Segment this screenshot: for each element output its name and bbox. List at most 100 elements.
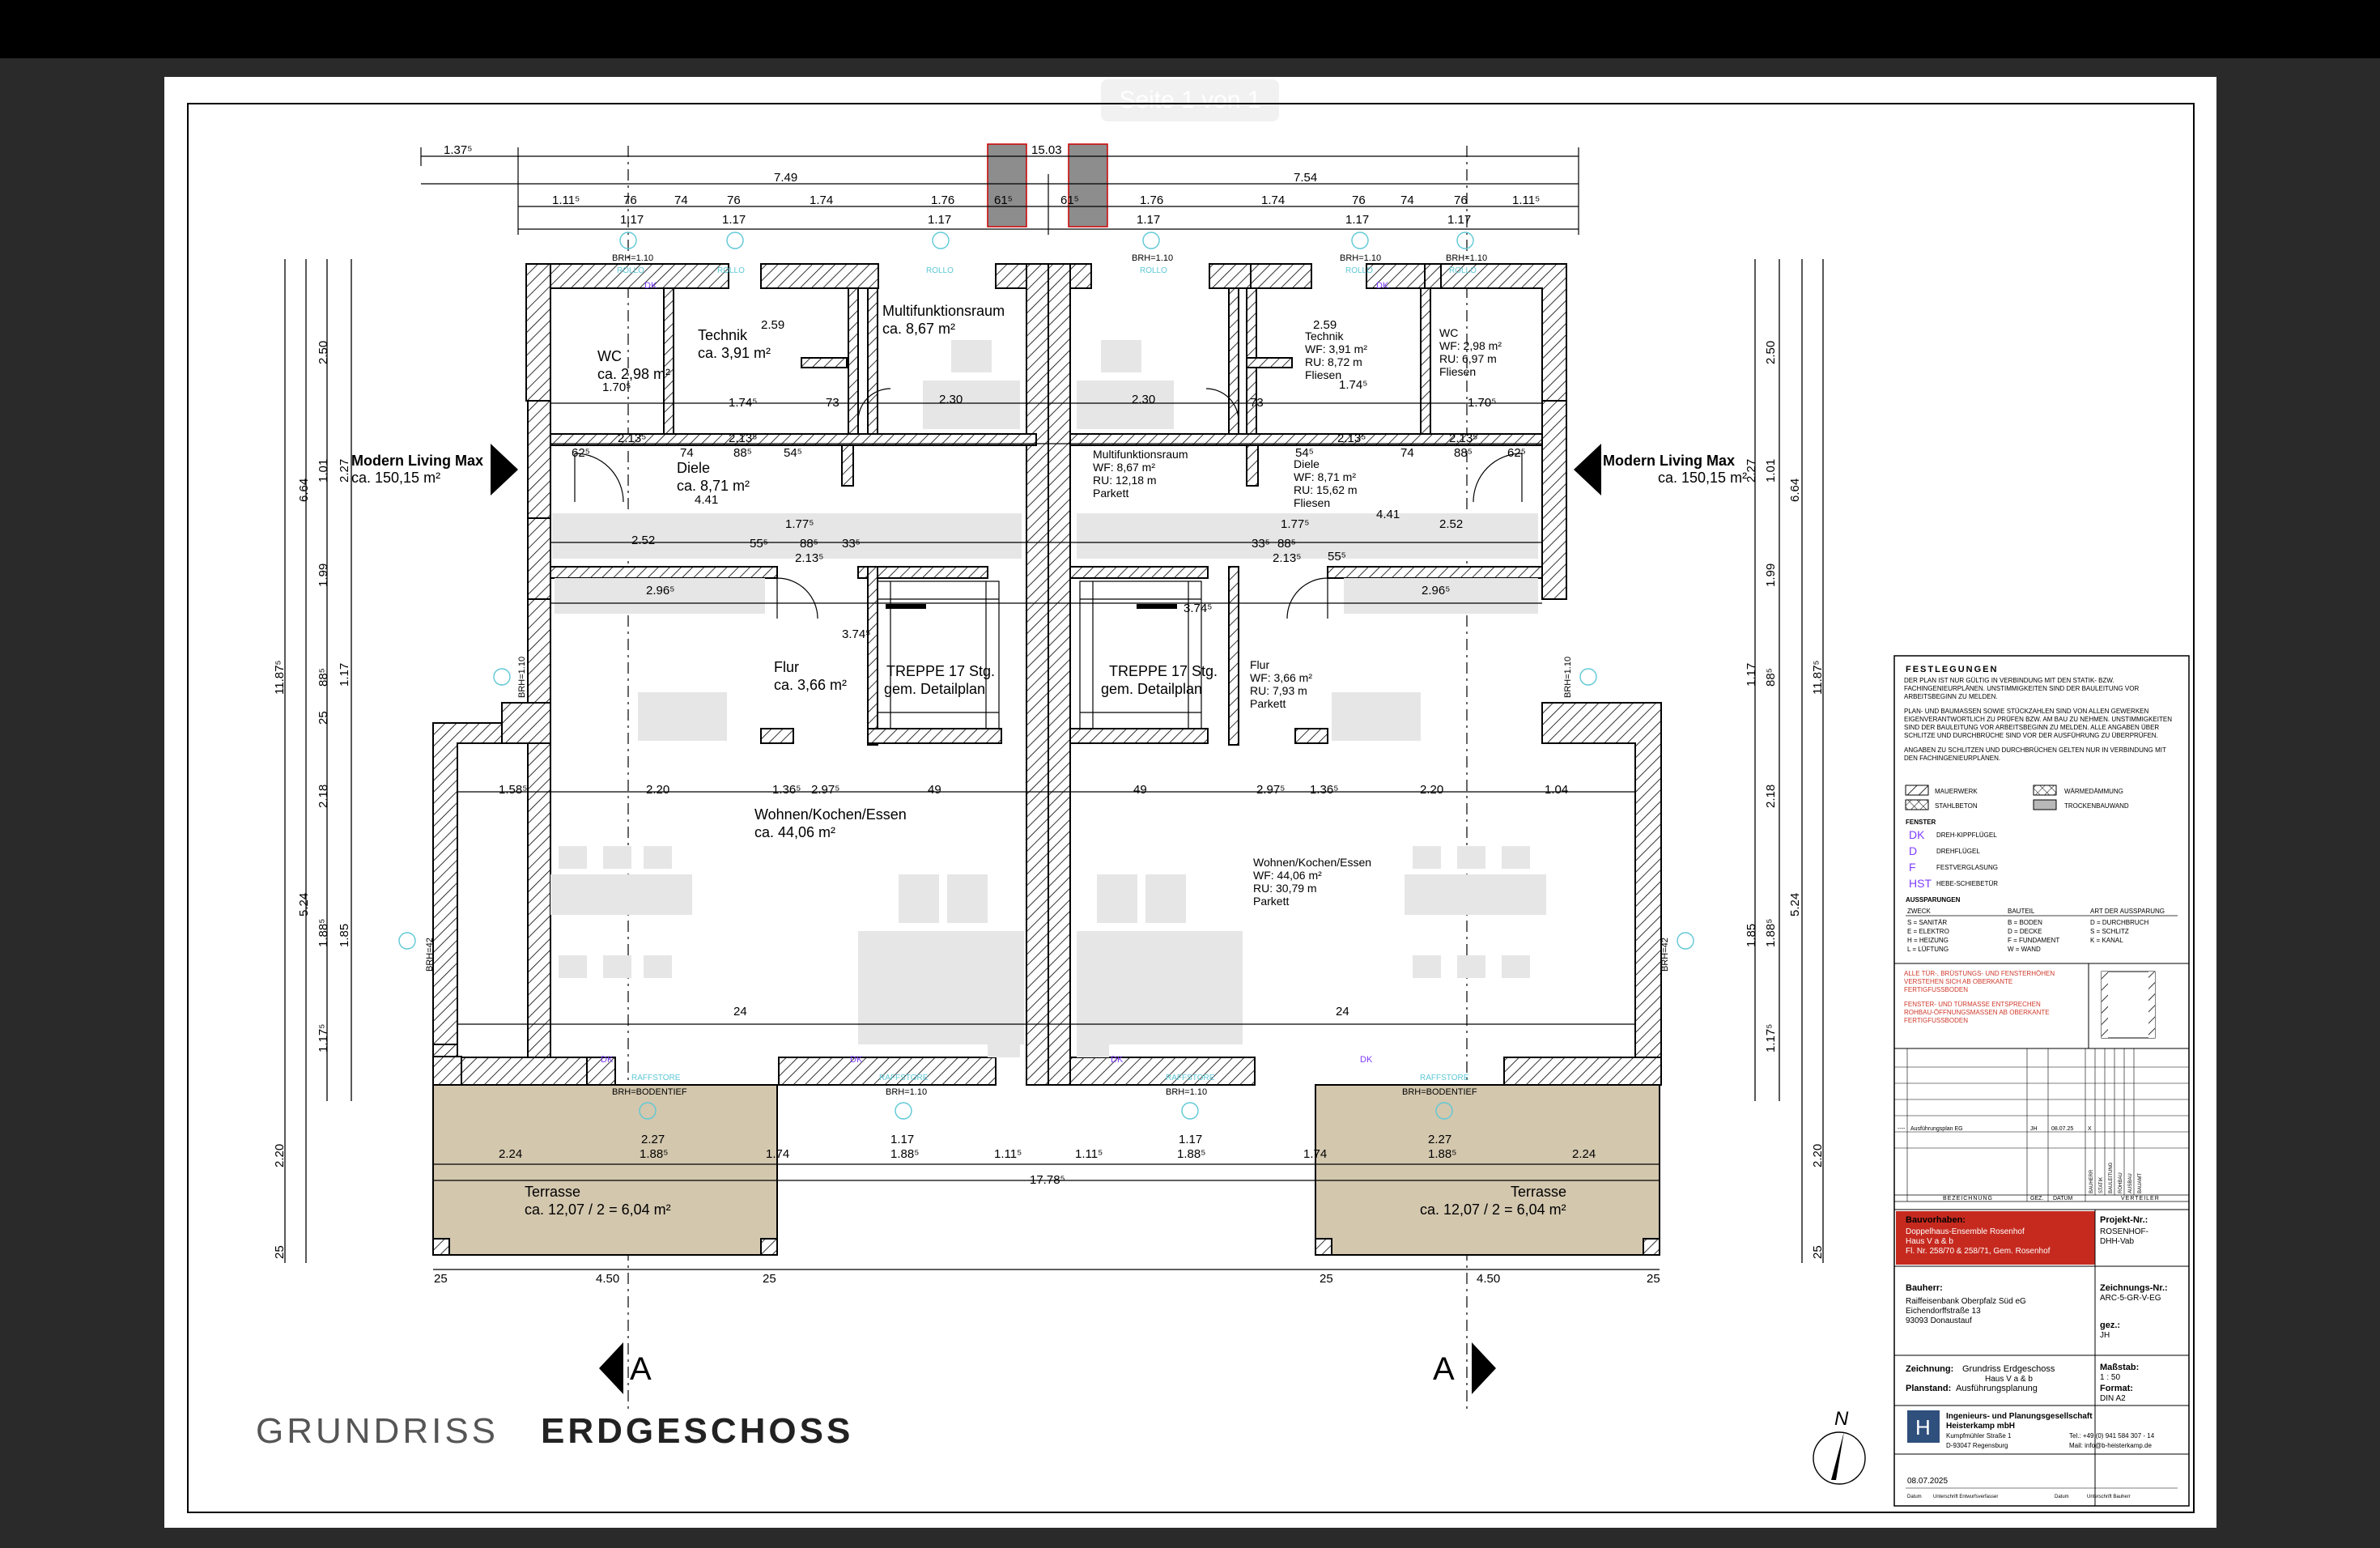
svg-text:2.24: 2.24	[499, 1147, 522, 1161]
svg-text:ca. 8,67 m²: ca. 8,67 m²	[882, 321, 955, 337]
svg-text:N: N	[1834, 1408, 1849, 1430]
svg-text:H: H	[1915, 1415, 1931, 1440]
svg-text:2.20: 2.20	[646, 783, 669, 797]
svg-text:Zeichnungs-Nr.:: Zeichnungs-Nr.:	[2100, 1283, 2168, 1293]
svg-text:BRH=1.10: BRH=1.10	[1446, 253, 1487, 263]
svg-text:1.17: 1.17	[1137, 213, 1160, 227]
svg-text:BRH=1.10: BRH=1.10	[1166, 1087, 1207, 1097]
svg-text:1.70⁵: 1.70⁵	[602, 381, 631, 394]
svg-text:Grundriss Erdgeschoss: Grundriss Erdgeschoss	[1962, 1364, 2055, 1374]
svg-text:2.96⁵: 2.96⁵	[646, 584, 674, 598]
svg-text:2.18: 2.18	[317, 785, 330, 808]
svg-text:1.74: 1.74	[810, 194, 833, 207]
svg-text:Haus V a & b: Haus V a & b	[1985, 1375, 2033, 1384]
floor-plan-drawing: 1.37⁵ 15.03 7.49 7.54 1.11⁵ 76 74 76 1.7…	[187, 103, 2195, 1513]
svg-text:25: 25	[434, 1272, 448, 1286]
svg-text:WF: 3,91 m²: WF: 3,91 m²	[1305, 342, 1367, 355]
svg-text:1.77⁵: 1.77⁵	[1281, 517, 1309, 531]
svg-text:Flur: Flur	[1250, 658, 1269, 671]
svg-text:BAUTEIL: BAUTEIL	[2008, 908, 2035, 915]
svg-text:49: 49	[1133, 783, 1147, 797]
svg-text:1.17: 1.17	[1745, 663, 1758, 687]
svg-text:RU: 30,79 m: RU: 30,79 m	[1253, 882, 1317, 895]
svg-text:K = KANAL: K = KANAL	[2090, 937, 2123, 944]
svg-text:54⁵: 54⁵	[784, 446, 802, 460]
svg-text:Unterschrift Entwurfsverfasser: Unterschrift Entwurfsverfasser	[1933, 1495, 1998, 1499]
svg-text:Wohnen/Kochen/Essen: Wohnen/Kochen/Essen	[754, 806, 907, 823]
svg-text:DK: DK	[1376, 281, 1389, 291]
svg-text:Haus V a & b: Haus V a & b	[1906, 1237, 1953, 1246]
svg-text:1.11⁵: 1.11⁵	[994, 1147, 1022, 1161]
svg-text:7.54: 7.54	[1294, 171, 1317, 185]
svg-text:Fliesen: Fliesen	[1305, 368, 1341, 381]
svg-text:F: F	[1909, 861, 1916, 874]
svg-text:RU: 6,97 m: RU: 6,97 m	[1439, 352, 1497, 365]
svg-text:55⁵: 55⁵	[1328, 550, 1346, 563]
svg-text:Heisterkamp mbH: Heisterkamp mbH	[1946, 1422, 2015, 1431]
svg-text:RU: 12,18 m: RU: 12,18 m	[1093, 474, 1157, 487]
svg-text:HEBE-SCHIEBETÜR: HEBE-SCHIEBETÜR	[1936, 880, 1998, 887]
svg-text:73: 73	[826, 396, 839, 410]
svg-text:1.17⁵: 1.17⁵	[1764, 1024, 1778, 1053]
svg-text:25: 25	[763, 1272, 776, 1286]
svg-text:93093 Donaustauf: 93093 Donaustauf	[1906, 1316, 1972, 1325]
svg-text:ca. 150,15 m²: ca. 150,15 m²	[351, 470, 440, 486]
svg-text:1.74: 1.74	[1303, 1147, 1327, 1161]
svg-text:1.37⁵: 1.37⁵	[444, 143, 472, 157]
svg-text:S = SCHLITZ: S = SCHLITZ	[2090, 928, 2129, 935]
svg-text:15.03: 15.03	[1031, 143, 1062, 157]
section-markers: A A	[599, 1342, 1496, 1394]
legend-panel: FESTLEGUNGEN DER PLAN IST NUR GÜLTIG IN …	[1893, 655, 2190, 1507]
svg-text:DATUM: DATUM	[2053, 1196, 2073, 1201]
svg-text:1.11⁵: 1.11⁵	[1075, 1147, 1103, 1161]
svg-text:ROLLO: ROLLO	[617, 266, 644, 275]
entry-arrow-left	[491, 444, 518, 495]
svg-text:Technik: Technik	[698, 327, 748, 343]
svg-text:5.24: 5.24	[1788, 893, 1802, 916]
svg-text:2.59: 2.59	[761, 318, 784, 332]
svg-text:Terrasse: Terrasse	[525, 1184, 580, 1200]
svg-text:Terrasse: Terrasse	[1511, 1184, 1566, 1200]
svg-text:gem. Detailplan: gem. Detailplan	[884, 681, 985, 697]
svg-text:RAFFSTORE: RAFFSTORE	[879, 1074, 929, 1082]
svg-text:76: 76	[1352, 194, 1366, 207]
svg-text:RU: 7,93 m: RU: 7,93 m	[1250, 684, 1307, 697]
svg-text:1.17: 1.17	[338, 663, 351, 687]
svg-text:Doppelhaus-Ensemble Rosenhof: Doppelhaus-Ensemble Rosenhof	[1906, 1227, 2025, 1236]
svg-text:TREPPE 17 Stg.: TREPPE 17 Stg.	[886, 663, 995, 679]
svg-text:Bauherr:: Bauherr:	[1906, 1283, 1943, 1293]
svg-text:1.88⁵: 1.88⁵	[1764, 919, 1778, 947]
svg-text:WF: 3,66 m²: WF: 3,66 m²	[1250, 671, 1312, 684]
svg-text:Datum: Datum	[1907, 1495, 1922, 1499]
svg-text:3.74⁵: 3.74⁵	[1184, 602, 1212, 615]
svg-text:ca. 3,66 m²: ca. 3,66 m²	[774, 677, 847, 693]
svg-text:4.50: 4.50	[1477, 1272, 1500, 1286]
svg-text:4.41: 4.41	[695, 493, 718, 507]
svg-text:JH: JH	[2100, 1331, 2110, 1340]
svg-text:25: 25	[1647, 1272, 1660, 1286]
svg-text:49: 49	[928, 783, 941, 797]
svg-text:VERTEILER: VERTEILER	[2121, 1196, 2160, 1201]
svg-text:88⁵: 88⁵	[317, 668, 330, 687]
svg-text:1.17: 1.17	[890, 1133, 914, 1146]
svg-text:BRH=1.10: BRH=1.10	[1563, 657, 1573, 698]
svg-text:ROLLO: ROLLO	[1449, 266, 1477, 275]
svg-text:2.27: 2.27	[338, 459, 351, 483]
svg-text:ART DER AUSSPARUNG: ART DER AUSSPARUNG	[2090, 908, 2165, 915]
svg-text:D: D	[1909, 844, 1917, 857]
svg-text:ca. 12,07 / 2 = 6,04 m²: ca. 12,07 / 2 = 6,04 m²	[525, 1201, 671, 1218]
svg-text:76: 76	[727, 194, 741, 207]
svg-text:2.20: 2.20	[273, 1144, 287, 1167]
svg-text:1.76: 1.76	[931, 194, 954, 207]
svg-text:2.96⁵: 2.96⁵	[1422, 584, 1450, 598]
north-arrow: N	[1813, 1408, 1866, 1485]
svg-text:1.74: 1.74	[766, 1147, 789, 1161]
svg-text:TROCKENBAUWAND: TROCKENBAUWAND	[2064, 802, 2129, 810]
svg-text:S = SANITÄR: S = SANITÄR	[1907, 919, 1947, 926]
svg-text:GEZ.: GEZ.	[2030, 1196, 2043, 1201]
svg-text:DK: DK	[601, 1055, 614, 1065]
svg-text:ROLLO: ROLLO	[717, 266, 745, 275]
svg-text:1.11⁵: 1.11⁵	[1512, 194, 1540, 207]
svg-text:BRH=BODENTIEF: BRH=BODENTIEF	[1402, 1087, 1477, 1097]
svg-text:DHH-Vab: DHH-Vab	[2100, 1237, 2134, 1246]
